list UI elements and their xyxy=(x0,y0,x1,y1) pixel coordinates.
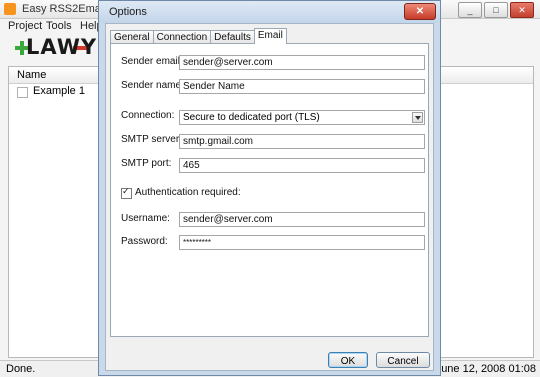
tab-strip: General Connection Defaults Email xyxy=(110,28,287,44)
password-field[interactable] xyxy=(179,235,425,250)
status-timestamp: une 12, 2008 01:08 xyxy=(441,363,536,375)
dialog-close-button[interactable]: ✕ xyxy=(404,3,436,20)
status-text: Done. xyxy=(6,363,36,375)
auth-required-label: Authentication required: xyxy=(135,187,241,198)
options-dialog: Options ✕ General Connection Defaults Em… xyxy=(98,0,441,376)
connection-select-value: Secure to dedicated port (TLS) xyxy=(183,112,320,123)
username-label: Username: xyxy=(121,213,170,224)
sender-email-field[interactable] xyxy=(179,55,425,70)
tab-defaults[interactable]: Defaults xyxy=(210,30,255,44)
smtp-port-label: SMTP port: xyxy=(121,158,172,169)
tab-email[interactable]: Email xyxy=(253,28,287,44)
tab-general[interactable]: General xyxy=(110,30,154,44)
ok-button[interactable]: OK xyxy=(328,352,368,368)
tab-connection[interactable]: Connection xyxy=(152,30,212,44)
username-field[interactable] xyxy=(179,212,425,227)
cancel-button[interactable]: Cancel xyxy=(376,352,430,368)
chevron-down-icon[interactable] xyxy=(412,112,423,123)
sender-email-label: Sender email: xyxy=(121,56,183,67)
dialog-title: Options xyxy=(109,6,147,18)
list-item-checkbox[interactable] xyxy=(17,87,28,98)
dialog-body: General Connection Defaults Email Sender… xyxy=(105,23,434,371)
maximize-button[interactable]: □ xyxy=(484,2,508,18)
menu-project[interactable]: Project xyxy=(8,20,42,32)
auth-required-checkbox[interactable] xyxy=(121,186,132,199)
connection-label: Connection: xyxy=(121,110,175,121)
main-title: Easy RSS2Email xyxy=(22,3,106,15)
menu-tools[interactable]: Tools xyxy=(46,20,72,32)
window-controls: _ □ ✕ xyxy=(458,2,534,18)
sender-name-field[interactable] xyxy=(179,79,425,94)
smtp-server-field[interactable] xyxy=(179,134,425,149)
list-item-label: Example 1 xyxy=(33,85,85,97)
connection-select[interactable]: Secure to dedicated port (TLS) xyxy=(179,110,425,125)
smtp-server-label: SMTP server: xyxy=(121,134,182,145)
sender-name-label: Sender name: xyxy=(121,80,184,91)
email-tab-panel: Sender email: Sender name: Connection: S… xyxy=(110,43,429,337)
minimize-button[interactable]: _ xyxy=(458,2,482,18)
column-header-name[interactable]: Name xyxy=(17,69,46,81)
main-close-button[interactable]: ✕ xyxy=(510,2,534,18)
smtp-port-field[interactable] xyxy=(179,158,425,173)
rss-icon xyxy=(4,3,16,15)
password-label: Password: xyxy=(121,236,168,247)
dialog-titlebar[interactable]: Options ✕ xyxy=(99,1,440,23)
